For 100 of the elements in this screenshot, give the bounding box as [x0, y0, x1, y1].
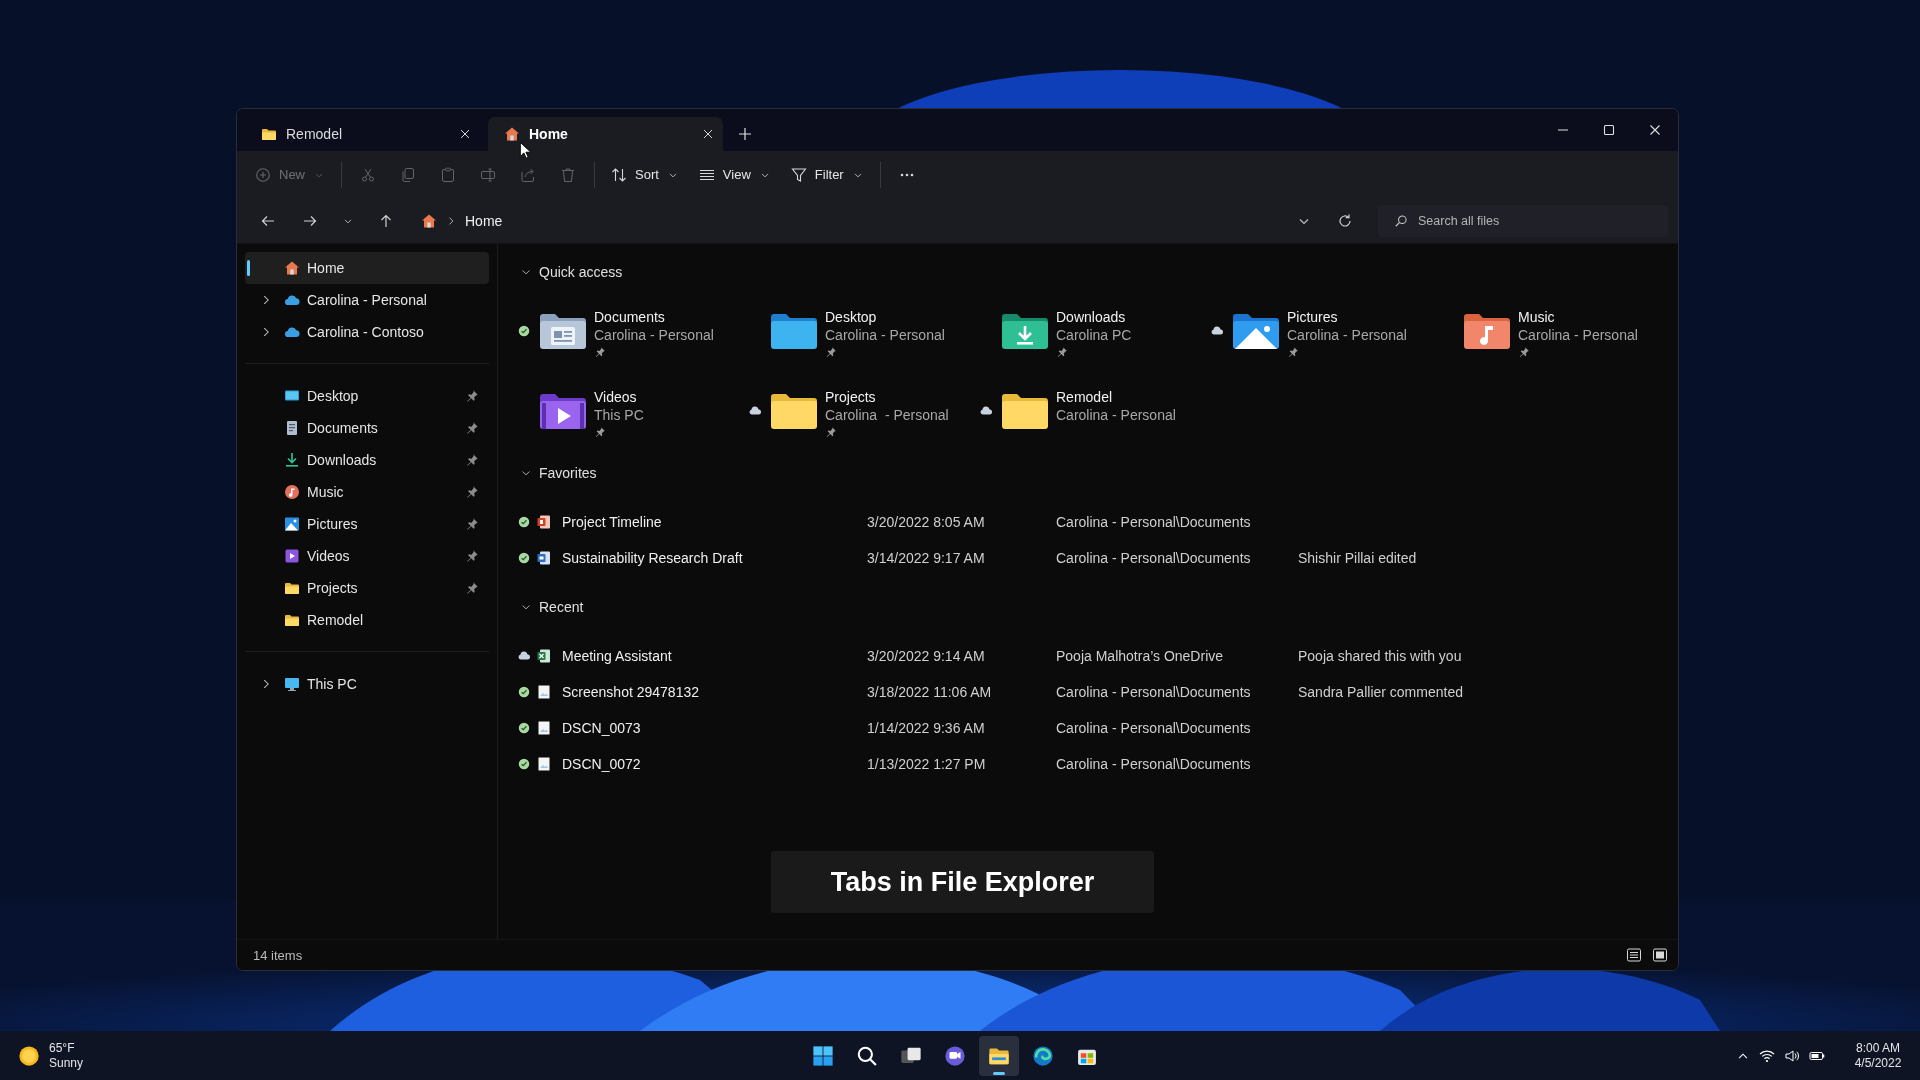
- file-location: Carolina - Personal\Documents: [1056, 684, 1252, 700]
- weather-condition: Sunny: [49, 1055, 84, 1071]
- details-view-icon[interactable]: [1626, 947, 1642, 963]
- sidebar-item[interactable]: Videos: [245, 540, 489, 572]
- section-header[interactable]: Recent: [516, 591, 588, 623]
- video-icon: [284, 548, 300, 564]
- file-name[interactable]: DSCN_0073: [562, 720, 867, 736]
- file-location: Carolina - Personal\Documents: [1056, 720, 1252, 736]
- close-icon[interactable]: [458, 127, 472, 141]
- search-field[interactable]: Search all files: [1378, 204, 1668, 237]
- folder-icon: [1000, 391, 1050, 431]
- sidebar-item[interactable]: Pictures: [245, 508, 489, 540]
- sidebar-item[interactable]: Home: [245, 252, 489, 284]
- folder-icon: [284, 612, 300, 628]
- folder-icon: [769, 311, 819, 351]
- chat-icon[interactable]: [944, 1044, 966, 1067]
- clock-time: 8:00 AM: [1856, 1040, 1900, 1056]
- file-name[interactable]: DSCN_0072: [562, 756, 867, 772]
- sidebar-item[interactable]: Desktop: [245, 380, 489, 412]
- plus-circle-icon: [255, 166, 271, 183]
- temperature: 65°F: [49, 1040, 76, 1056]
- folder-tile[interactable]: Desktop Carolina - Personal: [747, 291, 978, 371]
- browser-icon[interactable]: [1032, 1044, 1054, 1067]
- file-location: Carolina - Personal\Documents: [1056, 550, 1252, 566]
- speaker-icon[interactable]: [1784, 1047, 1800, 1064]
- monitor-icon: [284, 388, 300, 404]
- activity-text: Sandra Pallier commented: [1298, 684, 1463, 700]
- activity-text: Pooja shared this with you: [1298, 648, 1462, 664]
- filter-icon: [790, 166, 807, 183]
- windows-icon[interactable]: [812, 1044, 834, 1067]
- caption: Tabs in File Explorer: [771, 851, 1154, 913]
- sidebar-item[interactable]: Projects: [245, 572, 489, 604]
- file-name[interactable]: Screenshot 29478132: [562, 684, 867, 700]
- download-icon: [284, 452, 300, 468]
- monitor-icon: [284, 676, 300, 692]
- folder-tile[interactable]: Pictures Carolina - Personal: [1209, 291, 1440, 371]
- maximize-icon[interactable]: [1601, 122, 1617, 138]
- tab[interactable]: Remodel: [245, 117, 480, 151]
- folder-tile[interactable]: Projects Carolina - Personal: [747, 371, 978, 451]
- filter-button[interactable]: Filter: [784, 158, 870, 191]
- modified-date: 3/18/2022 11:06 AM: [867, 684, 993, 700]
- folder-tile[interactable]: Videos This PC: [516, 371, 747, 451]
- sort-button[interactable]: Sort: [605, 158, 685, 191]
- spreadsheet-file-icon: [536, 648, 552, 664]
- sun-icon: [18, 1044, 40, 1067]
- folder-tile[interactable]: Documents Carolina - Personal: [516, 291, 747, 371]
- home-icon: [504, 126, 520, 142]
- refresh-icon[interactable]: [1337, 212, 1353, 229]
- image-file-icon: [536, 720, 552, 736]
- folder-tile[interactable]: Music Carolina - Personal: [1440, 291, 1671, 371]
- modified-date: 1/13/2022 1:27 PM: [867, 756, 987, 772]
- folder-tile[interactable]: Downloads Carolina PC: [978, 291, 1209, 371]
- plus-icon[interactable]: [737, 126, 753, 142]
- sidebar-item[interactable]: Carolina - Personal: [245, 284, 489, 316]
- sidebar-item[interactable]: Carolina - Contoso: [245, 316, 489, 348]
- file-location: Pooja Malhotra’s OneDrive: [1056, 648, 1225, 664]
- image-file-icon: [536, 756, 552, 772]
- activity-text: Shishir Pillai edited: [1298, 550, 1417, 566]
- file-location: Carolina - Personal\Documents: [1056, 756, 1252, 772]
- search-icon: [1394, 213, 1408, 228]
- file-location: Carolina - Personal\Documents: [1056, 514, 1252, 530]
- document-file-icon: [536, 550, 552, 566]
- cursor-icon: [518, 141, 532, 159]
- section-header[interactable]: Favorites: [516, 457, 601, 489]
- document-icon: [284, 420, 300, 436]
- section-header[interactable]: Quick access: [516, 256, 627, 288]
- sidebar-item[interactable]: This PC: [245, 668, 489, 700]
- sidebar-item[interactable]: Downloads: [245, 444, 489, 476]
- cloud-icon: [284, 324, 300, 340]
- document-folder-icon: [538, 311, 588, 351]
- clock-date: 4/5/2022: [1854, 1055, 1902, 1071]
- file-name[interactable]: Meeting Assistant: [562, 648, 867, 664]
- sidebar-item[interactable]: Documents: [245, 412, 489, 444]
- tab[interactable]: Home: [488, 117, 723, 151]
- presentation-file-icon: [536, 514, 552, 530]
- folder-icon: [769, 391, 819, 431]
- preview-pane-icon[interactable]: [1652, 947, 1668, 963]
- image-file-icon: [536, 684, 552, 700]
- folder-tile[interactable]: Remodel Carolina - Personal: [978, 371, 1209, 451]
- view-button[interactable]: View: [692, 158, 777, 191]
- modified-date: 3/20/2022 8:05 AM: [867, 514, 986, 530]
- modified-date: 3/20/2022 9:14 AM: [867, 648, 986, 664]
- up-arrow-icon[interactable]: [378, 212, 394, 229]
- download-folder-icon: [1000, 311, 1050, 351]
- picture-icon: [284, 516, 300, 532]
- sidebar-item[interactable]: Music: [245, 476, 489, 508]
- picture-folder-icon: [1231, 311, 1281, 351]
- modified-date: 3/14/2022 9:17 AM: [867, 550, 986, 566]
- sort-icon: [611, 166, 627, 183]
- file-name[interactable]: Sustainability Research Draft: [562, 550, 867, 566]
- sidebar-item[interactable]: Remodel: [245, 604, 489, 636]
- search-icon[interactable]: [856, 1044, 878, 1067]
- music-icon: [284, 484, 300, 500]
- video-folder-icon: [538, 391, 588, 431]
- close-icon[interactable]: [701, 127, 715, 141]
- home-icon: [284, 260, 300, 276]
- music-folder-icon: [1462, 311, 1512, 351]
- cloud-icon: [284, 292, 300, 308]
- modified-date: 1/14/2022 9:36 AM: [867, 720, 986, 736]
- file-name[interactable]: Project Timeline: [562, 514, 867, 530]
